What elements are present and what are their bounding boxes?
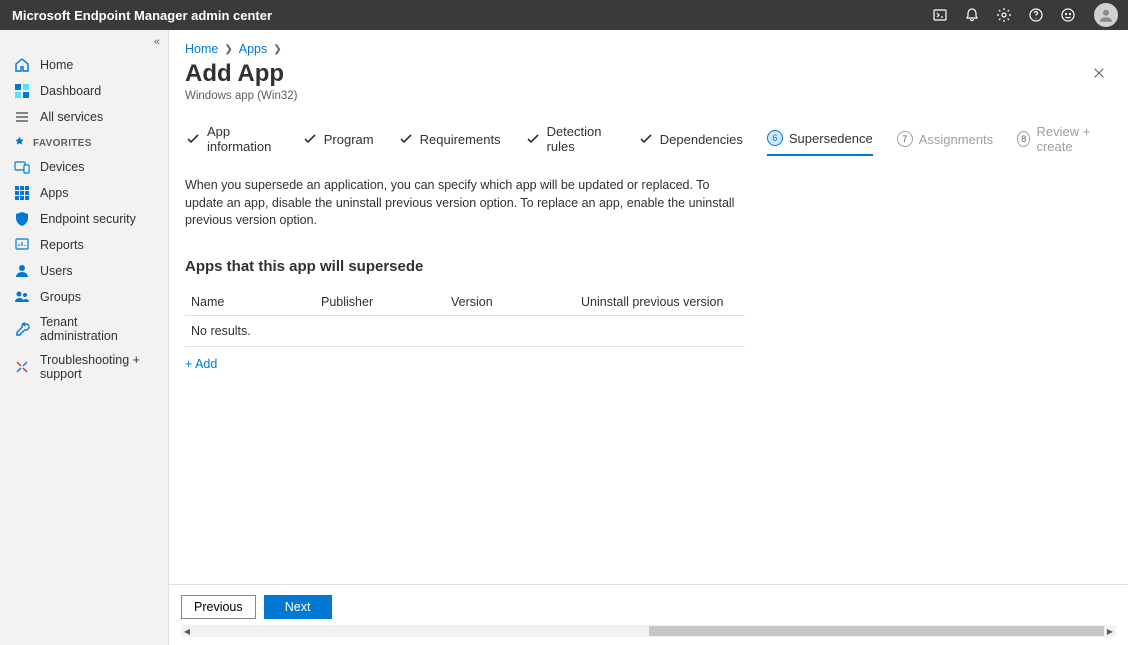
devices-icon <box>14 159 30 175</box>
close-icon[interactable] <box>1086 60 1112 91</box>
sidebar-item-label: Apps <box>40 186 69 200</box>
sidebar-item-label: Reports <box>40 238 84 252</box>
reports-icon <box>14 237 30 253</box>
wizard-steps: App information Program Requirements Det… <box>185 124 1112 163</box>
topbar: Microsoft Endpoint Manager admin center <box>0 0 1128 30</box>
table-empty-row: No results. <box>185 316 745 347</box>
sidebar-item-groups[interactable]: Groups <box>0 284 168 310</box>
wizard-step-dependencies[interactable]: Dependencies <box>638 131 743 155</box>
sidebar-item-label: Endpoint security <box>40 212 136 226</box>
apps-icon <box>14 185 30 201</box>
sidebar-item-home[interactable]: Home <box>0 52 168 78</box>
wrench-icon <box>14 321 30 337</box>
wizard-step-label: Detection rules <box>547 124 614 154</box>
page-title: Add App <box>185 60 297 88</box>
chevron-right-icon: ❯ <box>224 44 232 55</box>
wizard-step-supersedence[interactable]: 6 Supersedence <box>767 130 873 156</box>
all-services-icon <box>14 109 30 125</box>
no-results-text: No results. <box>191 324 251 338</box>
chevron-right-icon: ❯ <box>273 44 281 55</box>
breadcrumb-apps[interactable]: Apps <box>239 42 268 56</box>
wizard-step-requirements[interactable]: Requirements <box>398 131 501 155</box>
sidebar-item-reports[interactable]: Reports <box>0 232 168 258</box>
topbar-title: Microsoft Endpoint Manager admin center <box>12 8 272 23</box>
help-icon[interactable] <box>1028 7 1044 23</box>
star-icon <box>14 136 25 150</box>
wizard-step-label: Program <box>324 132 374 147</box>
previous-button[interactable]: Previous <box>181 595 256 619</box>
breadcrumb: Home ❯ Apps ❯ <box>169 30 1128 60</box>
content: Home ❯ Apps ❯ Add App Windows app (Win32… <box>169 30 1128 645</box>
wizard-step-label: App information <box>207 124 278 154</box>
feedback-icon[interactable] <box>1060 7 1076 23</box>
home-icon <box>14 57 30 73</box>
collapse-sidebar-icon[interactable]: « <box>154 36 160 48</box>
check-icon <box>302 131 318 147</box>
step-number-icon: 7 <box>897 131 913 147</box>
breadcrumb-home[interactable]: Home <box>185 42 218 56</box>
sidebar-item-troubleshooting[interactable]: Troubleshooting + support <box>0 348 168 386</box>
dashboard-icon <box>14 83 30 99</box>
next-button[interactable]: Next <box>264 595 332 619</box>
check-icon <box>185 131 201 147</box>
wizard-step-label: Supersedence <box>789 131 873 146</box>
horizontal-scrollbar[interactable]: ◀ ▶ <box>181 625 1116 637</box>
sidebar-item-users[interactable]: Users <box>0 258 168 284</box>
sidebar-item-dashboard[interactable]: Dashboard <box>0 78 168 104</box>
wizard-step-label: Assignments <box>919 132 993 147</box>
supersede-table: Name Publisher Version Uninstall previou… <box>185 289 745 347</box>
step-number-icon: 8 <box>1017 131 1030 147</box>
favorites-header: FAVORITES <box>0 130 168 154</box>
shield-icon <box>14 211 30 227</box>
sidebar-item-label: Home <box>40 58 73 72</box>
troubleshoot-icon <box>14 359 30 375</box>
avatar[interactable] <box>1094 3 1118 27</box>
wizard-step-detection-rules[interactable]: Detection rules <box>525 124 614 162</box>
cloud-shell-icon[interactable] <box>932 7 948 23</box>
scroll-right-icon[interactable]: ▶ <box>1104 625 1116 637</box>
wizard-step-program[interactable]: Program <box>302 131 374 155</box>
step-description: When you supersede an application, you c… <box>185 177 745 230</box>
sidebar-item-endpoint-security[interactable]: Endpoint security <box>0 206 168 232</box>
footer: Previous Next ◀ ▶ <box>169 584 1128 645</box>
check-icon <box>525 131 541 147</box>
sidebar-item-label: All services <box>40 110 103 124</box>
sidebar-item-devices[interactable]: Devices <box>0 154 168 180</box>
sidebar-item-label: Troubleshooting + support <box>40 353 158 381</box>
sidebar-item-all-services[interactable]: All services <box>0 104 168 130</box>
wizard-step-review-create[interactable]: 8 Review + create <box>1017 124 1112 162</box>
scroll-left-icon[interactable]: ◀ <box>181 625 193 637</box>
scroll-track[interactable] <box>193 626 1104 636</box>
settings-icon[interactable] <box>996 7 1012 23</box>
sidebar-item-apps[interactable]: Apps <box>0 180 168 206</box>
sidebar-item-label: Devices <box>40 160 84 174</box>
wizard-step-label: Review + create <box>1036 124 1112 154</box>
col-publisher: Publisher <box>321 295 451 309</box>
sidebar: « Home Dashboard All services <box>0 30 169 645</box>
wizard-step-label: Requirements <box>420 132 501 147</box>
sidebar-item-label: Groups <box>40 290 81 304</box>
step-number-icon: 6 <box>767 130 783 146</box>
wizard-step-label: Dependencies <box>660 132 743 147</box>
sidebar-item-label: Users <box>40 264 73 278</box>
check-icon <box>398 131 414 147</box>
col-version: Version <box>451 295 581 309</box>
wizard-step-app-information[interactable]: App information <box>185 124 278 162</box>
col-uninstall: Uninstall previous version <box>581 295 739 309</box>
scroll-thumb[interactable] <box>649 626 1105 636</box>
notifications-icon[interactable] <box>964 7 980 23</box>
sidebar-item-tenant-admin[interactable]: Tenant administration <box>0 310 168 348</box>
check-icon <box>638 131 654 147</box>
sidebar-item-label: Tenant administration <box>40 315 158 343</box>
page-subtitle: Windows app (Win32) <box>185 90 297 102</box>
topbar-icons <box>932 7 1076 23</box>
col-name: Name <box>191 295 321 309</box>
group-icon <box>14 289 30 305</box>
sidebar-item-label: Dashboard <box>40 84 101 98</box>
user-icon <box>14 263 30 279</box>
section-title: Apps that this app will supersede <box>185 258 1112 275</box>
wizard-step-assignments[interactable]: 7 Assignments <box>897 131 993 155</box>
add-link[interactable]: + Add <box>185 357 1112 371</box>
